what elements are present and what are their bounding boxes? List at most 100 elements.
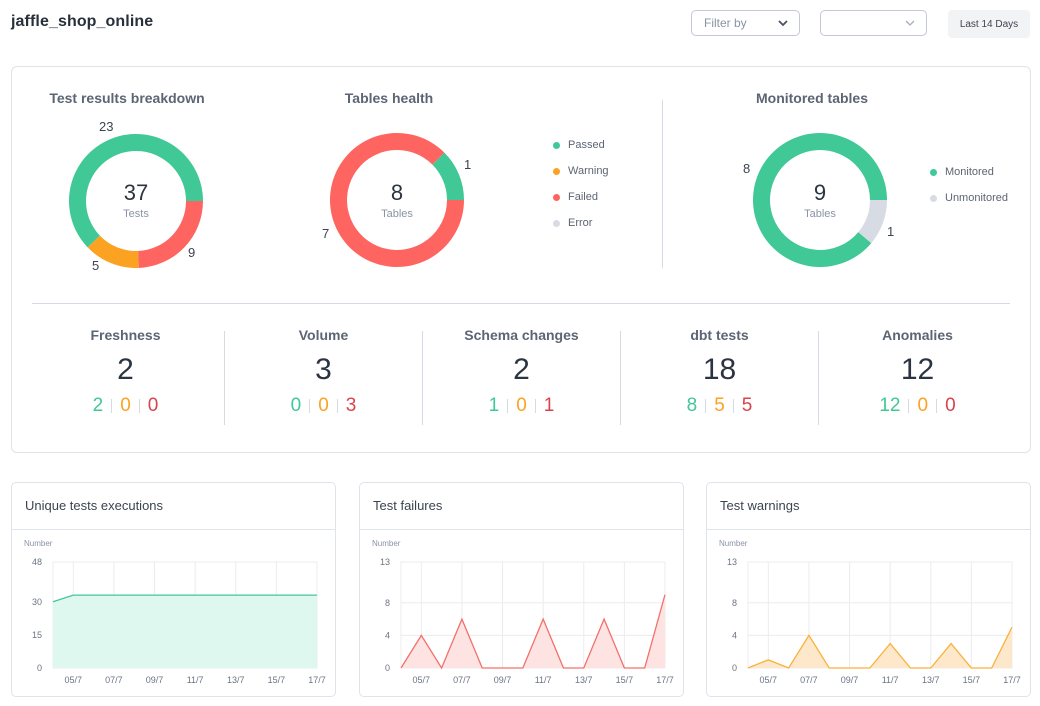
stat-anomalies[interactable]: Anomalies 12 12 0 0 [819,327,1016,425]
legend-item-monitored[interactable]: Monitored [930,159,1008,185]
date-range-button[interactable]: Last 14 Days [948,10,1030,38]
data-point[interactable] [459,616,465,622]
data-point[interactable] [581,665,587,671]
data-point[interactable] [806,632,812,638]
data-point[interactable] [500,665,506,671]
stat-passed: 2 [92,395,104,416]
data-point[interactable] [867,665,873,671]
stat-failed: 0 [147,395,159,416]
legend-item-unmonitored[interactable]: Unmonitored [930,185,1008,211]
data-point[interactable] [70,592,76,598]
data-point[interactable] [928,665,934,671]
filter-value-select[interactable] [820,10,927,36]
data-point[interactable] [253,592,259,598]
tables-health-title: Tables health [344,90,434,106]
data-point[interactable] [826,665,832,671]
data-point[interactable] [91,592,97,598]
x-tick-label: 15/7 [616,675,634,685]
stat-warning: 5 [714,395,725,416]
data-point[interactable] [601,616,607,622]
legend-item-warning[interactable]: Warning [553,158,609,184]
data-point[interactable] [642,665,648,671]
data-point[interactable] [765,657,771,663]
separator [309,399,311,413]
area-fill [401,594,665,668]
legend-item-error[interactable]: Error [553,210,609,236]
data-point[interactable] [520,665,526,671]
monitored-tables-unit: Tables [804,208,836,220]
test-results-failed-label: 9 [188,245,196,260]
data-point[interactable] [314,592,320,598]
stat-schema-changes[interactable]: Schema changes 2 101 [423,327,620,425]
data-point[interactable] [398,665,404,671]
stat-warning: 0 [516,395,527,416]
x-tick-label: 13/7 [922,675,940,685]
legend-item-passed[interactable]: Passed [553,132,609,158]
data-point[interactable] [1009,624,1015,630]
test-failures-chart: Number 0 4 8 13 05/7 07/7 09/7 11/7 13/7 15/7 17/7 [372,539,674,685]
data-point[interactable] [418,632,424,638]
data-point[interactable] [273,592,279,598]
x-tick-label: 05/7 [413,675,431,685]
data-point[interactable] [50,599,56,605]
data-point[interactable] [887,641,893,647]
data-point[interactable] [294,592,300,598]
legend-label: Passed [568,139,605,151]
tables-health-total: 8 [390,180,404,205]
data-point[interactable] [968,665,974,671]
data-point[interactable] [540,616,546,622]
data-point[interactable] [847,665,853,671]
y-tick-label: 0 [385,663,390,673]
data-point[interactable] [621,665,627,671]
chart-title: Test warnings [707,483,1030,530]
stat-freshness[interactable]: Freshness 2 200 [27,327,224,425]
stat-volume[interactable]: Volume 3 003 [225,327,422,425]
data-point[interactable] [439,665,445,671]
data-point[interactable] [948,641,954,647]
x-tick-label: 09/7 [494,675,512,685]
stat-failed: 5 [741,395,753,416]
separator [138,399,140,413]
data-point[interactable] [989,665,995,671]
stat-failed: 1 [543,395,555,416]
data-point[interactable] [907,665,913,671]
warning-dot-icon [553,167,560,175]
data-point[interactable] [131,592,137,598]
summary-divider [32,303,1010,304]
x-tick-label: 15/7 [268,675,286,685]
y-tick-label: 0 [37,663,42,673]
data-point[interactable] [212,592,218,598]
test-results-unit: Tests [123,208,149,220]
stat-title: Schema changes [464,327,579,343]
data-point[interactable] [111,592,117,598]
plot-area [747,561,1013,669]
data-point[interactable] [560,665,566,671]
stat-title: Volume [298,327,349,343]
separator [705,399,707,413]
data-point[interactable] [786,665,792,671]
monitored-tables-total: 9 [813,180,827,205]
data-point[interactable] [172,592,178,598]
data-point[interactable] [192,592,198,598]
stat-failed: 3 [345,395,357,416]
x-tick-label: 17/7 [1003,675,1021,685]
unmonitored-label: 1 [887,224,895,239]
data-point[interactable] [479,665,485,671]
x-tick-label: 11/7 [882,675,899,685]
data-point[interactable] [662,592,668,598]
stat-failed: 0 [945,395,956,416]
data-point[interactable] [233,592,239,598]
test-warnings-chart: Number 0 4 8 13 05/7 07/7 09/7 11/7 13/7 15/7 17/7 [719,539,1021,685]
x-tick-label: 09/7 [146,675,164,685]
x-tick-label: 15/7 [963,675,981,685]
stat-dbt-tests[interactable]: dbt tests 18 855 [621,327,818,425]
stat-passed: 12 [879,395,901,416]
legend-item-failed[interactable]: Failed [553,184,609,210]
chevron-down-icon [778,20,788,27]
legend-label: Failed [568,191,598,203]
data-point[interactable] [745,665,751,671]
y-axis-label: Number [719,539,748,548]
filter-by-select[interactable]: Filter by [691,10,800,36]
y-tick-label: 0 [732,663,737,673]
data-point[interactable] [152,592,158,598]
